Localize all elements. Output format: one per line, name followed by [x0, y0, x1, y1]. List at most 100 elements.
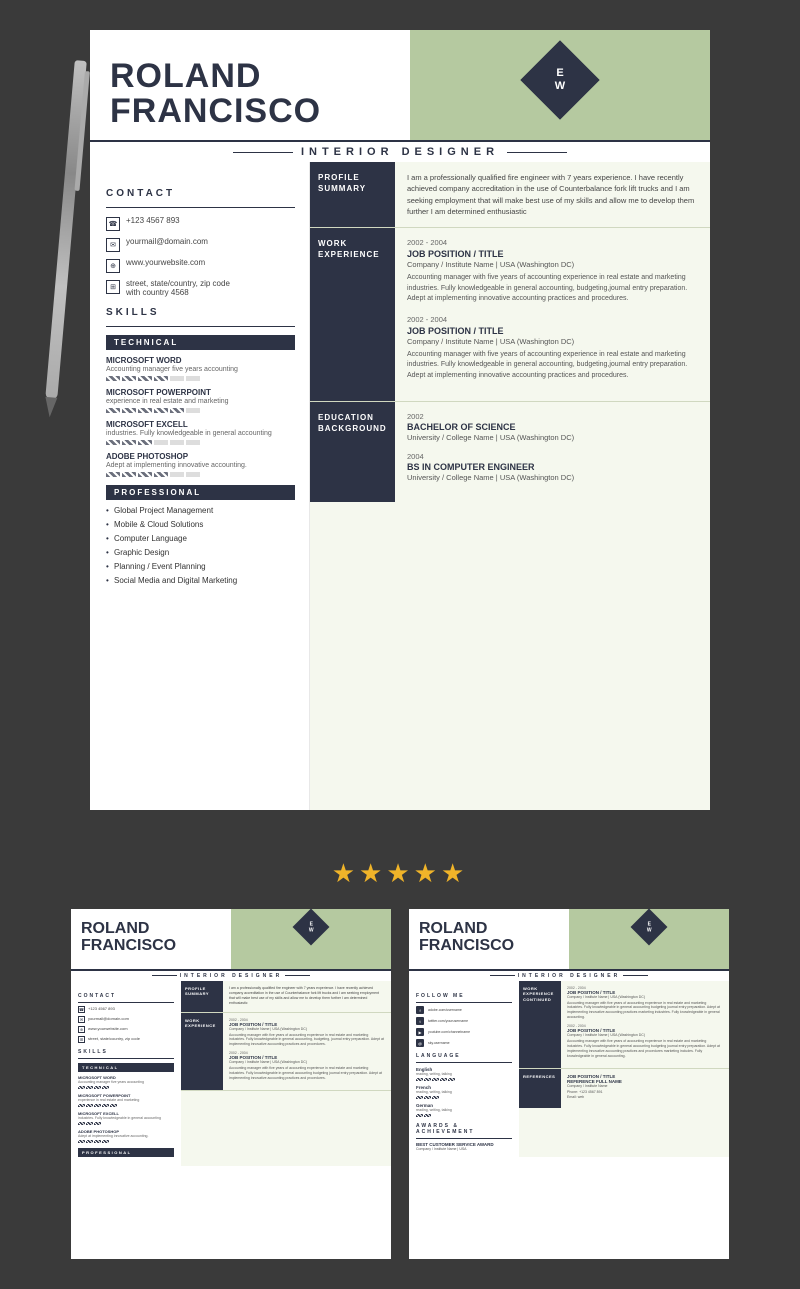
p-left-skills-title: SKILLS — [78, 1049, 174, 1055]
education-content: 2002 BACHELOR OF SCIENCE University / Co… — [395, 402, 710, 502]
p-right-name-block: ROLANDFRANCISCO — [409, 909, 569, 969]
p-right-diamond: EW — [631, 909, 668, 946]
monogram: E W — [555, 67, 565, 93]
p-left-work-sec: WORKEXPERIENCE 2002 - 2004 JOB POSITION … — [181, 1013, 391, 1091]
skills-section-title: SKILLS — [106, 307, 295, 318]
resume-name: ROLAND FRANCISCO — [110, 59, 390, 130]
job-position-1: JOB POSITION / TITLE — [407, 249, 698, 259]
skills-divider — [106, 326, 295, 327]
p-left-skill-ppt-desc: experience in real estate and marketing — [78, 1098, 174, 1102]
job-company-1: Company / Institute Name | USA (Washingt… — [407, 260, 698, 269]
p-left-profile-content: I am a professionally qualified fire eng… — [223, 981, 391, 1012]
p-left-email-icon: ✉ — [78, 1016, 85, 1023]
name-block: ROLAND FRANCISCO — [110, 59, 390, 130]
p-right-fb-icon: f — [416, 1006, 424, 1014]
pen-clip — [74, 71, 89, 191]
pro-skill-4: Graphic Design — [106, 548, 295, 557]
work-label: WORKEXPERIENCE — [310, 228, 395, 401]
left-column: CONTACT ☎ +123 4567 893 ✉ yourmail@domai… — [90, 162, 310, 810]
title-line-right — [507, 152, 567, 153]
stars-section: ★★★★★ — [0, 840, 800, 909]
p-left-col: CONTACT ☎ +123 4567 893 ✉ yourmail@domai… — [71, 981, 181, 1166]
p-right-lang-de-level: reading, writing, talking — [416, 1108, 512, 1112]
p-right-follow-divider — [416, 1002, 512, 1003]
p-right-awards-title: AWARDS &ACHIEVEMENT — [416, 1123, 512, 1135]
p-left-phone: ☎ +123 4567 893 — [78, 1006, 174, 1013]
p-left-job-co-1: Company / Institute Name | USA (Washingt… — [229, 1027, 385, 1031]
contact-section-title: CONTACT — [106, 188, 295, 199]
phone-icon: ☎ — [106, 217, 120, 231]
p-right-lang-de-bars — [416, 1114, 512, 1117]
profile-section: PROFILESUMMARY I am a professionally qua… — [310, 162, 710, 228]
p-left-web: ⊕ www.yourwebsite.com — [78, 1026, 174, 1033]
p-right-job-line-l — [490, 975, 515, 976]
skill-desc-excel: industries. Fully knowledgeable in gener… — [106, 430, 295, 437]
p-left-skill-ppt-bars — [78, 1104, 174, 1107]
p-right-follow-title: FOLLOW ME — [416, 993, 512, 999]
p-right-right-col: WORKEXPERIENCECONTINUED 2002 - 2004 JOB … — [519, 981, 729, 1158]
p-left-web-icon: ⊕ — [78, 1026, 85, 1033]
job-desc-1: Accounting manager with five years of ac… — [407, 273, 698, 305]
p-right-job-1: 2002 - 2004 JOB POSITION / TITLE Company… — [567, 986, 723, 1021]
skill-bars-photoshop — [106, 472, 295, 477]
right-column: PROFILESUMMARY I am a professionally qua… — [310, 162, 710, 810]
job-company-2: Company / Institute Name | USA (Washingt… — [407, 337, 698, 346]
p-left-job-desc-1: Accounting manager with five years of ac… — [229, 1033, 385, 1048]
skill-desc-photoshop: Adept at implementing innovative account… — [106, 462, 295, 469]
p-right-ref-sec: REFERENCES Job Position / Title REFERENC… — [519, 1069, 729, 1109]
skill-name-ppt: MICROSOFT POWERPOINT — [106, 388, 295, 397]
contact-website: ⊕ www.yourwebsite.com — [106, 258, 295, 273]
professional-label: PROFESSIONAL — [106, 485, 295, 500]
p-right-job-co-1: Company / Institute Name | USA (Washingt… — [567, 995, 723, 999]
skill-name-excel: MICROSOFT EXCELL — [106, 420, 295, 429]
p-right-header: ROLANDFRANCISCO EW — [409, 909, 729, 969]
p-left-pro-label: PROFESSIONAL — [78, 1148, 174, 1157]
work-section: WORKEXPERIENCE 2002 - 2004 JOB POSITION … — [310, 228, 710, 402]
p-right-awards-divider — [416, 1138, 512, 1139]
p-left-name-block: ROLANDFRANCISCO — [71, 909, 231, 969]
p-left-header: ROLANDFRANCISCO EW — [71, 909, 391, 969]
skill-bars-excel — [106, 440, 295, 445]
p-right-lang-fr-level: reading, writing, talking — [416, 1090, 512, 1094]
p-left-work-content: 2002 - 2004 JOB POSITION / TITLE Company… — [223, 1013, 391, 1090]
p-right-body: FOLLOW ME f adobe.com/username t twitter… — [409, 981, 729, 1158]
p-right-name: ROLANDFRANCISCO — [419, 921, 559, 955]
skill-bars-word — [106, 376, 295, 381]
p-left-profile-label: PROFILESUMMARY — [181, 981, 223, 1012]
p-right-left-col: FOLLOW ME f adobe.com/username t twitter… — [409, 981, 519, 1158]
p-left-job-desc-2: Accounting manager with five years of ac… — [229, 1066, 385, 1081]
pro-skill-5: Planning / Event Planning — [106, 562, 295, 571]
p-right-job-line-r — [623, 975, 648, 976]
p-left-job-2: 2002 - 2004 JOB POSITION / TITLE Company… — [229, 1051, 385, 1081]
p-right-ref-1-email: Email: web — [567, 1095, 723, 1100]
p-right-sky-icon: @ — [416, 1039, 424, 1047]
p-left-skills-divider — [78, 1058, 174, 1059]
job-year-2: 2002 - 2004 — [407, 315, 698, 324]
skill-name-word: MICROSOFT WORD — [106, 356, 295, 365]
p-right-follow-tw: t twitter.com/yourusername — [416, 1017, 512, 1025]
edu-degree-2: BS IN COMPUTER ENGINEER — [407, 462, 698, 472]
p-left-skill-word-bars — [78, 1086, 174, 1089]
skill-name-photoshop: ADOBE PHOTOSHOP — [106, 452, 295, 461]
p-left-right-col: PROFILESUMMARY I am a professionally qua… — [181, 981, 391, 1166]
email-icon: ✉ — [106, 238, 120, 252]
profile-text: I am a professionally qualified fire eng… — [407, 172, 698, 217]
p-right-award-1-text: Company / Institute Name | USA — [416, 1147, 512, 1151]
p-left-skill-ps-desc: Adept at implementing innovative account… — [78, 1134, 174, 1138]
p-right-job-2: 2002 - 2004 JOB POSITION / TITLE Company… — [567, 1024, 723, 1059]
p-left-header-right: EW — [231, 909, 391, 969]
p-right-job-desc-2: Accounting manager with five years of ac… — [567, 1039, 723, 1059]
edu-year-1: 2002 — [407, 412, 698, 421]
p-right-tw-icon: t — [416, 1017, 424, 1025]
header-right: E W — [410, 30, 710, 140]
p-left-job-line-l — [152, 975, 177, 976]
job-year-1: 2002 - 2004 — [407, 238, 698, 247]
p-right-ref-1-company: Company / Institute Name — [567, 1084, 723, 1088]
website-icon: ⊕ — [106, 259, 120, 273]
p-left-job-bar: INTERIOR DESIGNER — [71, 971, 391, 981]
job-title-bar: INTERIOR DESIGNER — [90, 142, 710, 162]
resume-header: ROLAND FRANCISCO E W — [90, 30, 710, 140]
p-right-monogram: EW — [647, 921, 652, 933]
contact-address: ⊞ street, state/country, zip codewith co… — [106, 279, 295, 297]
education-section: EDUCATIONBACKGROUND 2002 BACHELOR OF SCI… — [310, 402, 710, 502]
